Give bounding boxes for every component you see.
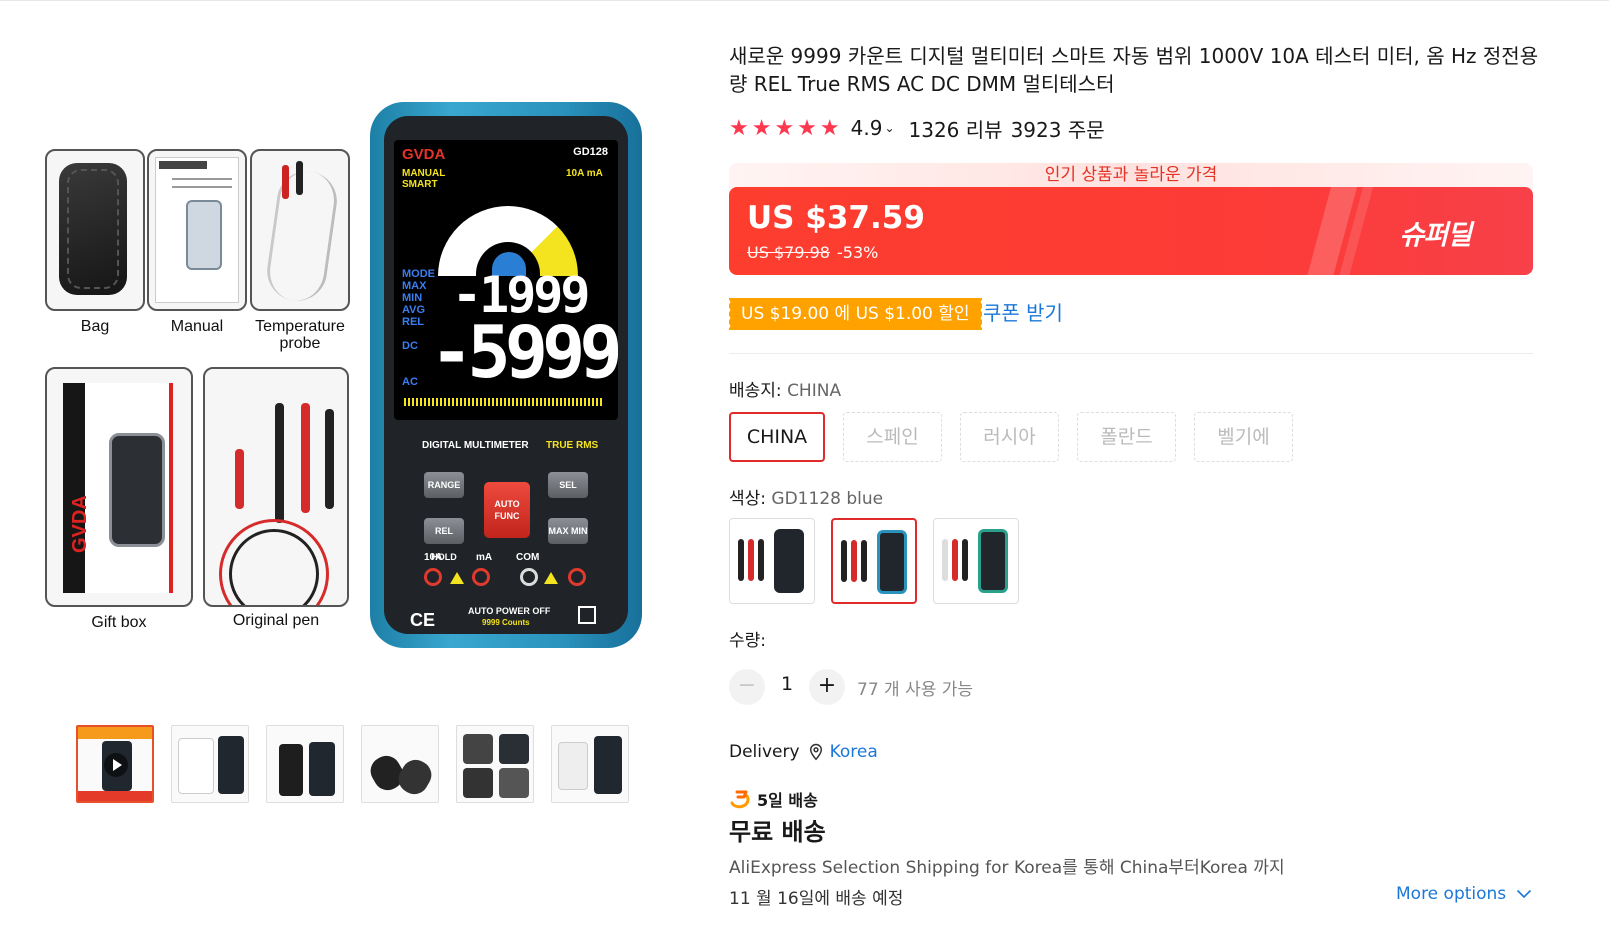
review-count[interactable]: 1326 리뷰 bbox=[909, 114, 1003, 143]
shipping-description: AliExpress Selection Shipping for Korea를… bbox=[729, 858, 1285, 878]
superdeal-badge: 슈퍼딜 bbox=[1399, 220, 1472, 251]
delivery-days-row: 5일 배송 bbox=[729, 787, 818, 811]
device-panel-trms: TRUE RMS bbox=[546, 440, 599, 451]
device-brand-logo: GVDA bbox=[402, 146, 446, 163]
ce-mark-icon: CE bbox=[410, 610, 436, 630]
main-product-image[interactable]: Bag Manual Temperature probe GVDA Gift b… bbox=[40, 92, 660, 667]
more-options-label[interactable]: More options bbox=[1396, 884, 1506, 904]
multimeter-screen: GVDA GD128 MANUAL SMART 10A mA MODE MAX M… bbox=[394, 140, 618, 420]
chevron-down-icon[interactable] bbox=[1516, 889, 1532, 899]
ship-from-option-china[interactable]: CHINA bbox=[729, 412, 825, 462]
product-title: 새로운 9999 카운트 디지털 멀티미터 스마트 자동 범위 1000V 10… bbox=[729, 44, 1539, 96]
ship-from-label-text: 배송지: bbox=[729, 381, 782, 401]
rating-row: ★★★★★ 4.9 ⌄ 1326 리뷰 3923 주문 bbox=[729, 114, 1105, 142]
delivery-location-link[interactable]: Korea bbox=[830, 742, 878, 762]
device-key-sel: SEL bbox=[548, 472, 588, 498]
analog-bargraph bbox=[404, 398, 604, 406]
ship-from-value: CHINA bbox=[787, 381, 842, 401]
thumbnail-3[interactable] bbox=[266, 725, 344, 803]
device-counts-text: 9999 Counts bbox=[482, 618, 530, 627]
device-model-label: GD128 bbox=[573, 146, 608, 158]
delivery-label: Delivery bbox=[729, 742, 800, 762]
accessory-label-original-pen: Original pen bbox=[232, 612, 320, 629]
color-label-text: 색상: bbox=[729, 489, 767, 509]
color-swatch-1[interactable] bbox=[729, 518, 815, 604]
quantity-increase-button[interactable]: + bbox=[809, 669, 845, 705]
original-price: US $79.98 bbox=[747, 243, 830, 262]
order-count: 3923 주문 bbox=[1010, 117, 1105, 142]
estimated-delivery-date: 11 월 16일에 배송 예정 bbox=[729, 889, 904, 909]
jack-ma bbox=[472, 568, 490, 586]
accessory-manual-image bbox=[147, 149, 247, 311]
warning-icon bbox=[544, 572, 558, 584]
quantity-decrease-button[interactable]: − bbox=[729, 669, 765, 705]
device-key-rel-hold: REL HOLD bbox=[424, 518, 464, 562]
color-value: GD1128 blue bbox=[771, 489, 884, 509]
location-pin-icon bbox=[809, 743, 822, 761]
coupon-tag[interactable]: US $19.00 에 US $1.00 할인 bbox=[728, 298, 982, 330]
discount-percent: -53% bbox=[837, 243, 879, 262]
multimeter-device: GVDA GD128 MANUAL SMART 10A mA MODE MAX M… bbox=[370, 102, 642, 648]
rating-value[interactable]: 4.9 bbox=[851, 116, 883, 140]
accessory-temperature-probe-image bbox=[250, 149, 350, 311]
promo-banner: 인기 상품과 놀라운 가격 bbox=[729, 163, 1533, 189]
color-swatch-2[interactable] bbox=[831, 518, 917, 604]
gift-box-brand-logo: GVDA bbox=[69, 495, 91, 553]
thumbnail-6[interactable] bbox=[551, 725, 629, 803]
device-jack-label-10a: 10A bbox=[424, 552, 443, 563]
accessory-label-bag: Bag bbox=[80, 318, 110, 335]
quantity-label: 수량: bbox=[729, 631, 767, 651]
quantity-available: 77 개 사용 가능 bbox=[857, 680, 974, 700]
top-border bbox=[0, 0, 1609, 1]
ship-from-label: 배송지: CHINA bbox=[729, 376, 841, 401]
reading-main: -5999 bbox=[430, 310, 618, 394]
jack-10a bbox=[424, 568, 442, 586]
fast-delivery-icon bbox=[730, 790, 750, 809]
more-options-link[interactable]: More options bbox=[1396, 884, 1532, 904]
accessory-label-temperature-probe: Temperature probe bbox=[255, 318, 345, 352]
ship-from-option-spain[interactable]: 스페인 bbox=[843, 412, 942, 462]
device-auto-power-off-text: AUTO POWER OFF bbox=[468, 606, 551, 616]
device-key-max-min: MAX MIN bbox=[548, 518, 588, 544]
device-jack-label-ma: mA bbox=[476, 552, 493, 563]
thumbnail-2[interactable] bbox=[171, 725, 249, 803]
thumbnail-video[interactable] bbox=[76, 725, 154, 803]
device-jack-label-com: COM bbox=[516, 552, 540, 563]
accessory-bag-image bbox=[45, 149, 145, 311]
thumbnail-5[interactable] bbox=[456, 725, 534, 803]
ship-from-option-russia[interactable]: 러시아 bbox=[960, 412, 1059, 462]
delivery-days-badge: 5일 배송 bbox=[757, 791, 818, 810]
jack-volt bbox=[568, 568, 586, 586]
accessory-label-gift-box: Gift box bbox=[91, 614, 147, 631]
ship-from-option-belgium[interactable]: 벨기에 bbox=[1194, 412, 1293, 462]
color-label: 색상: GD1128 blue bbox=[729, 484, 883, 509]
jack-com bbox=[520, 568, 538, 586]
accessory-gift-box-image: GVDA bbox=[45, 367, 193, 607]
get-coupon-link[interactable]: 쿠폰 받기 bbox=[983, 298, 1063, 328]
double-insulation-icon bbox=[578, 606, 596, 624]
divider bbox=[729, 353, 1533, 354]
device-mode-text: MANUAL SMART bbox=[402, 168, 446, 190]
accessory-original-pen-image bbox=[203, 367, 349, 607]
ship-from-option-poland[interactable]: 폴란드 bbox=[1077, 412, 1176, 462]
thumbnail-4[interactable] bbox=[361, 725, 439, 803]
color-swatch-3[interactable] bbox=[933, 518, 1019, 604]
rating-stars-icon: ★★★★★ bbox=[729, 115, 843, 141]
accessory-label-manual: Manual bbox=[170, 318, 224, 335]
chevron-down-icon[interactable]: ⌄ bbox=[884, 121, 894, 135]
device-key-range: RANGE bbox=[424, 472, 464, 498]
quantity-value[interactable]: 1 bbox=[776, 673, 798, 695]
device-key-auto-func: AUTO FUNC bbox=[484, 482, 530, 538]
delivery-row: Delivery Korea bbox=[729, 740, 878, 764]
free-shipping-heading: 무료 배송 bbox=[729, 818, 826, 846]
device-panel-title: DIGITAL MULTIMETER bbox=[422, 440, 529, 451]
device-range-text: 10A mA bbox=[566, 168, 603, 179]
warning-icon bbox=[450, 572, 464, 584]
current-price: US $37.59 bbox=[747, 200, 925, 236]
play-icon bbox=[104, 753, 128, 777]
price-box: US $37.59 US $79.98 -53% 슈퍼딜 bbox=[729, 187, 1533, 275]
